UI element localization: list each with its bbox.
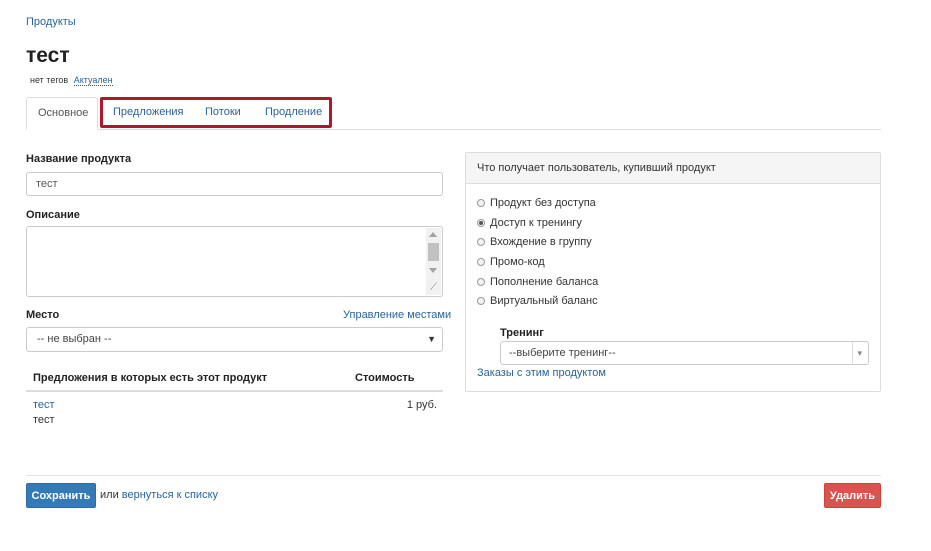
delete-button[interactable]: Удалить (824, 483, 881, 508)
training-label: Тренинг (500, 327, 544, 339)
tags-text: нет тегов (30, 75, 69, 85)
offers-table-header: Предложения в которых есть этот продукт … (26, 364, 443, 392)
place-select[interactable]: -- не выбран -- ▼ (26, 327, 443, 352)
panel-title: Что получает пользователь, купивший прод… (466, 153, 880, 184)
radio-icon[interactable] (477, 297, 485, 305)
training-select[interactable]: --выберите тренинг-- ▾ (500, 341, 869, 365)
place-label: Место (26, 309, 60, 321)
scroll-up-icon[interactable] (429, 232, 437, 237)
product-name-input[interactable]: тест (26, 172, 443, 196)
textarea-scrollbar[interactable] (426, 228, 441, 280)
training-selected-value: --выберите тренинг-- (509, 347, 616, 359)
resize-handle-icon[interactable]: ⟋ (426, 280, 441, 295)
description-label: Описание (26, 209, 80, 221)
back-to-list-link[interactable]: вернуться к списку (122, 489, 218, 501)
offer-link[interactable]: тест (33, 399, 55, 411)
radio-no-access[interactable]: Продукт без доступа (477, 197, 596, 211)
radio-label: Доступ к тренингу (490, 217, 582, 229)
product-name-label: Название продукта (26, 153, 132, 165)
orders-with-product-link[interactable]: Заказы с этим продуктом (477, 367, 606, 379)
radio-group-join[interactable]: Вхождение в группу (477, 236, 592, 250)
status-link[interactable]: Актуален (73, 75, 113, 86)
radio-icon[interactable] (477, 278, 485, 286)
radio-icon[interactable] (477, 199, 485, 207)
product-meta: нет тегов Актуален (30, 75, 113, 86)
offers-col-header: Предложения в которых есть этот продукт (33, 372, 268, 384)
caret-down-icon: ▼ (427, 334, 436, 344)
table-row: тест тест 1 руб. (26, 392, 443, 432)
save-button[interactable]: Сохранить (26, 483, 96, 508)
access-panel: Что получает пользователь, купивший прод… (465, 152, 881, 392)
radio-label: Вхождение в группу (490, 236, 592, 248)
radio-icon[interactable] (477, 238, 485, 246)
price-col-header: Стоимость (355, 372, 415, 384)
manage-places-link[interactable]: Управление местами (343, 309, 451, 321)
offer-subtitle: тест (33, 414, 55, 426)
radio-icon[interactable] (477, 258, 485, 266)
radio-label: Промо-код (490, 256, 545, 268)
or-text: или (100, 489, 119, 501)
offer-price: 1 руб. (406, 399, 437, 411)
caret-down-icon: ▾ (852, 342, 862, 364)
radio-promo-code[interactable]: Промо-код (477, 256, 545, 270)
scroll-down-icon[interactable] (429, 268, 437, 273)
radio-training-access[interactable]: Доступ к тренингу (477, 217, 582, 231)
place-selected-value: -- не выбран -- (37, 333, 112, 345)
radio-label: Продукт без доступа (490, 197, 596, 209)
breadcrumb-products-link[interactable]: Продукты (26, 16, 76, 28)
radio-checked-icon[interactable] (477, 219, 485, 227)
footer-divider (26, 475, 881, 476)
scroll-thumb[interactable] (428, 243, 439, 261)
tabs-highlight-box (100, 97, 332, 128)
description-textarea[interactable]: ⟋ (26, 226, 443, 297)
radio-label: Виртуальный баланс (490, 295, 598, 307)
tab-main[interactable]: Основное (26, 97, 98, 130)
page-title: тест (26, 44, 70, 67)
radio-label: Пополнение баланса (490, 276, 599, 288)
radio-virtual-balance[interactable]: Виртуальный баланс (477, 295, 598, 309)
back-text: или вернуться к списку (100, 489, 218, 501)
radio-balance-topup[interactable]: Пополнение баланса (477, 276, 598, 290)
